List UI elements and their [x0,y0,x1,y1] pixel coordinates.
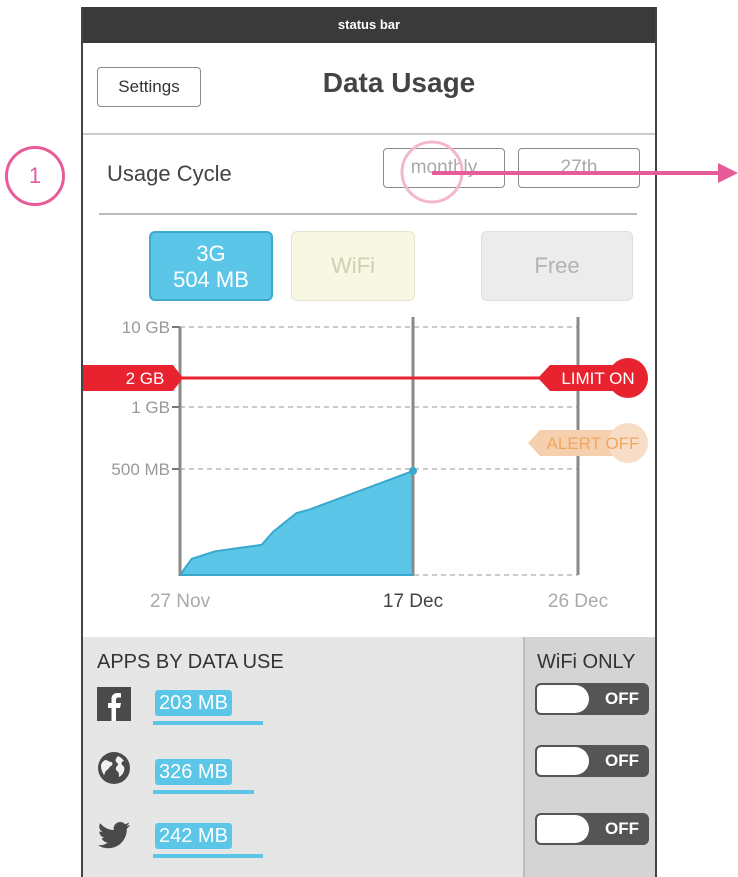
annotation-arrow-head [718,163,738,183]
annotation-overlay [400,140,738,204]
